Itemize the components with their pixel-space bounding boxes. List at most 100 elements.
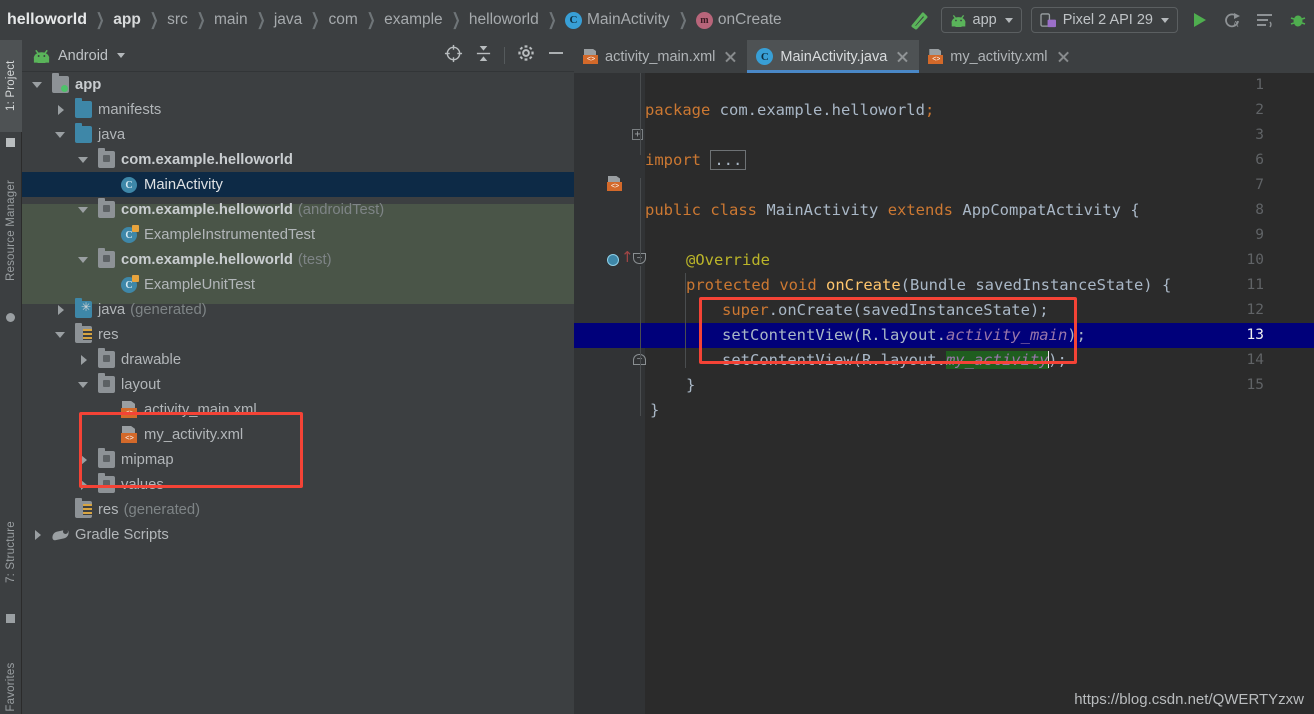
tree-node-values[interactable]: values: [22, 472, 574, 497]
svg-text:A: A: [1233, 20, 1239, 29]
tree-node-manifests[interactable]: manifests: [22, 97, 574, 122]
editor-tab-activity-main-xml[interactable]: activity_main.xml: [574, 40, 747, 73]
tree-node-my-activity-xml[interactable]: my_activity.xml: [22, 422, 574, 447]
xml-layout-icon: [121, 426, 138, 443]
code-line-2[interactable]: [574, 98, 1314, 123]
breadcrumb-item-helloworld-pkg[interactable]: helloworld: [466, 11, 542, 29]
run-configuration-label: app: [972, 12, 997, 28]
tree-node-res[interactable]: res (generated): [22, 497, 574, 522]
code-line-10[interactable]: protected void onCreate(Bundle savedInst…: [574, 248, 1314, 294]
tool-tab-resource-manager[interactable]: Resource Manager: [0, 158, 22, 303]
breadcrumb-separator: ❯: [678, 10, 688, 29]
tree-node-java[interactable]: java: [22, 122, 574, 147]
code-line-13[interactable]: setContentView(R.layout.my_activity);: [574, 323, 1314, 369]
hide-minimize-icon[interactable]: [547, 44, 565, 67]
chevron-right-icon[interactable]: [78, 354, 90, 366]
code-line-11[interactable]: super.onCreate(savedInstanceState);: [574, 273, 1314, 319]
android-robot-icon: [951, 14, 965, 27]
run-configuration-selector[interactable]: app: [940, 7, 1022, 33]
tree-node-app[interactable]: app: [22, 72, 574, 97]
breadcrumb-separator: ❯: [451, 10, 461, 29]
editor-tab-mainactivity-java[interactable]: C MainActivity.java: [747, 40, 920, 73]
code-area[interactable]: 1236789101112131415 ↑ − − + package com.…: [574, 73, 1314, 714]
code-line-8[interactable]: [574, 198, 1314, 223]
gear-settings-icon[interactable]: [517, 44, 535, 67]
breadcrumb-item-main[interactable]: main: [211, 11, 251, 29]
code-line-6[interactable]: [574, 148, 1314, 173]
run-play-icon[interactable]: [1187, 8, 1211, 32]
tool-tab-favorites[interactable]: 2: Favorites: [0, 640, 22, 714]
tree-node-scope: (test): [297, 251, 332, 268]
tool-tab-project[interactable]: 1: Project: [0, 40, 22, 132]
breadcrumb-separator: ❯: [149, 10, 159, 29]
tree-node-exampleinstrumentedtest[interactable]: C ExampleInstrumentedTest: [22, 222, 574, 247]
breadcrumb-item-example[interactable]: example: [381, 11, 446, 29]
tree-node-exampleunittest[interactable]: C ExampleUnitTest: [22, 272, 574, 297]
tree-node-com-example-helloworld[interactable]: com.example.helloworld (androidTest): [22, 197, 574, 222]
chevron-right-icon[interactable]: [78, 454, 90, 466]
code-line-15[interactable]: }: [574, 373, 1314, 419]
tree-node-label: ExampleUnitTest: [144, 276, 256, 293]
tree-node-mainactivity[interactable]: C MainActivity: [22, 172, 574, 197]
chevron-right-icon[interactable]: [55, 104, 67, 116]
breadcrumb-item-java[interactable]: java: [271, 11, 305, 29]
breadcrumb-item-src[interactable]: src: [164, 11, 191, 29]
device-phone-icon: [1040, 12, 1056, 27]
close-icon[interactable]: [1057, 50, 1070, 63]
breadcrumb-item-oncreate[interactable]: m onCreate: [693, 11, 785, 29]
tree-node-res[interactable]: res: [22, 322, 574, 347]
chevron-right-icon[interactable]: [78, 479, 90, 491]
tree-node-activity-main-xml[interactable]: activity_main.xml: [22, 397, 574, 422]
breadcrumb-item-helloworld[interactable]: helloworld: [4, 11, 90, 29]
code-line-14[interactable]: }: [574, 348, 1314, 394]
tool-tab-structure[interactable]: 7: Structure: [0, 500, 22, 605]
tree-node-gradle-scripts[interactable]: Gradle Scripts: [22, 522, 574, 547]
rerun-icon[interactable]: A: [1220, 8, 1244, 32]
tree-node-com-example-helloworld[interactable]: com.example.helloworld: [22, 147, 574, 172]
editor-tab-my-activity-xml[interactable]: my_activity.xml: [919, 40, 1079, 73]
hammer-icon[interactable]: [908, 8, 932, 32]
run-toolbar: app Pixel 2 API 29 A: [908, 0, 1314, 40]
chevron-down-icon[interactable]: [32, 79, 44, 91]
tree-node-layout[interactable]: layout: [22, 372, 574, 397]
code-line-12[interactable]: setContentView(R.layout.activity_main);: [574, 298, 1314, 344]
code-line-3[interactable]: import ...: [574, 123, 1314, 170]
chevron-down-icon[interactable]: [78, 254, 90, 266]
breadcrumb-item-mainactivity[interactable]: C MainActivity: [562, 11, 673, 29]
chevron-down-icon[interactable]: [55, 329, 67, 341]
project-tree[interactable]: app manifests java com.example.helloworld C M…: [22, 72, 574, 714]
locate-target-icon[interactable]: [444, 44, 463, 68]
chevron-down-icon[interactable]: [55, 129, 67, 141]
code-line-1[interactable]: package com.example.helloworld;: [574, 73, 1314, 119]
breadcrumb-label: helloworld: [7, 11, 87, 28]
code-editor: activity_main.xml C MainActivity.java my…: [574, 40, 1314, 714]
folder-blue-icon: [75, 123, 92, 143]
collapse-all-icon[interactable]: [475, 44, 492, 68]
java-class-icon: C: [121, 176, 138, 193]
code-line-9[interactable]: @Override: [574, 223, 1314, 269]
code-line-7[interactable]: public class MainActivity extends AppCom…: [574, 173, 1314, 219]
tool-tab-label: Resource Manager: [5, 180, 17, 282]
breadcrumb-separator: ❯: [310, 10, 320, 29]
chevron-down-icon[interactable]: [116, 53, 125, 58]
close-icon[interactable]: [896, 50, 909, 63]
breadcrumb-item-app[interactable]: app: [110, 11, 144, 29]
device-selector[interactable]: Pixel 2 API 29: [1030, 7, 1178, 33]
android-robot-icon: [33, 49, 50, 63]
chevron-down-icon[interactable]: [78, 204, 90, 216]
folder-package-icon: [98, 448, 115, 468]
chevron-down-icon[interactable]: [78, 154, 90, 166]
tree-node-mipmap[interactable]: mipmap: [22, 447, 574, 472]
close-icon[interactable]: [724, 50, 737, 63]
debug-bug-icon[interactable]: [1286, 8, 1310, 32]
chevron-down-icon[interactable]: [78, 379, 90, 391]
breadcrumb-item-com[interactable]: com: [326, 11, 361, 29]
chevron-right-icon[interactable]: [32, 529, 44, 541]
chevron-right-icon[interactable]: [55, 304, 67, 316]
tree-node-java[interactable]: java(generated): [22, 297, 574, 322]
project-panel-toolbar: [444, 44, 574, 68]
tree-node-com-example-helloworld[interactable]: com.example.helloworld (test): [22, 247, 574, 272]
tree-node-drawable[interactable]: drawable: [22, 347, 574, 372]
tree-node-label: app: [75, 76, 102, 93]
layout-inspector-icon[interactable]: [1253, 8, 1277, 32]
